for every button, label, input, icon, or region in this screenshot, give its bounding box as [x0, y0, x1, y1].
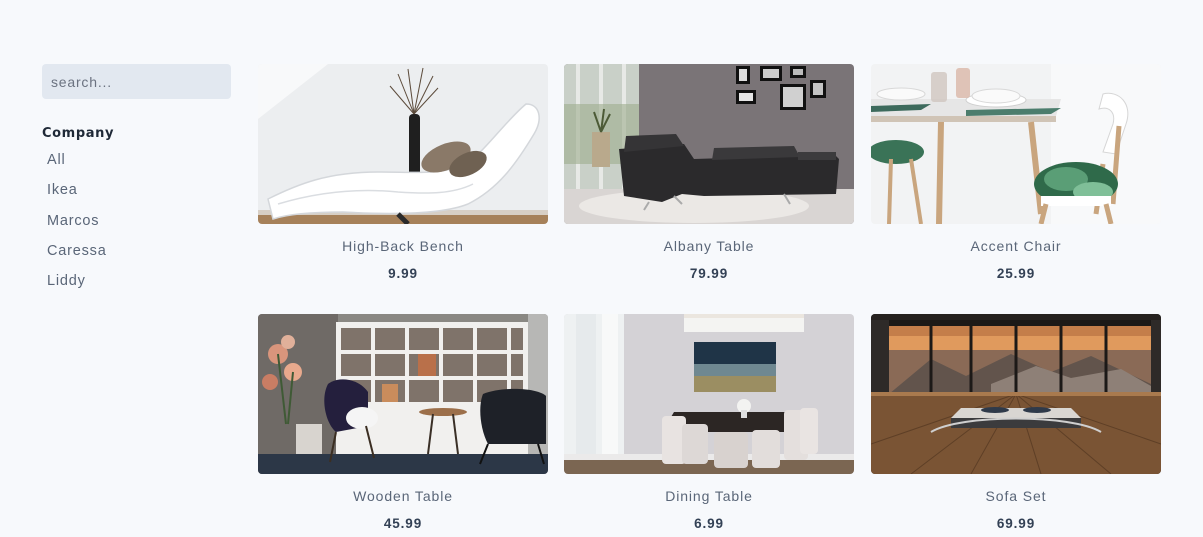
company-filter-list: All Ikea Marcos Caressa Liddy — [42, 152, 231, 303]
filter-sidebar: Company All Ikea Marcos Caressa Liddy — [42, 64, 231, 303]
product-price: 25.99 — [996, 266, 1036, 281]
product-card[interactable]: Accent Chair 25.99 — [871, 64, 1161, 282]
product-price: 6.99 — [694, 516, 724, 531]
product-image[interactable] — [564, 314, 854, 474]
product-title[interactable]: Albany Table — [564, 238, 854, 254]
product-image[interactable] — [258, 64, 548, 224]
products-page: Company All Ikea Marcos Caressa Liddy — [0, 0, 1203, 537]
product-price: 45.99 — [383, 516, 423, 531]
company-option-caressa[interactable]: Caressa — [42, 243, 231, 273]
product-card[interactable]: Sofa Set 69.99 — [871, 314, 1161, 532]
product-card[interactable]: High-Back Bench 9.99 — [258, 64, 548, 282]
product-image[interactable] — [564, 64, 854, 224]
product-price: 9.99 — [388, 266, 418, 281]
product-card[interactable]: Dining Table 6.99 — [564, 314, 854, 532]
product-card[interactable]: Albany Table 79.99 — [564, 64, 854, 282]
product-card[interactable]: Wooden Table 45.99 — [258, 314, 548, 532]
company-option-ikea[interactable]: Ikea — [42, 182, 231, 212]
product-title[interactable]: Wooden Table — [258, 488, 548, 504]
product-image[interactable] — [871, 314, 1161, 474]
company-filter-heading: Company — [42, 126, 115, 141]
product-title[interactable]: Dining Table — [564, 488, 854, 504]
product-title[interactable]: Sofa Set — [871, 488, 1161, 504]
company-option-liddy[interactable]: Liddy — [42, 273, 231, 303]
product-price: 79.99 — [689, 266, 729, 281]
product-title[interactable]: High-Back Bench — [258, 238, 548, 254]
company-option-marcos[interactable]: Marcos — [42, 213, 231, 243]
company-option-all[interactable]: All — [42, 152, 231, 182]
search-input[interactable] — [42, 64, 231, 99]
product-image[interactable] — [871, 64, 1161, 224]
product-image[interactable] — [258, 314, 548, 474]
product-title[interactable]: Accent Chair — [871, 238, 1161, 254]
product-price: 69.99 — [996, 516, 1036, 531]
